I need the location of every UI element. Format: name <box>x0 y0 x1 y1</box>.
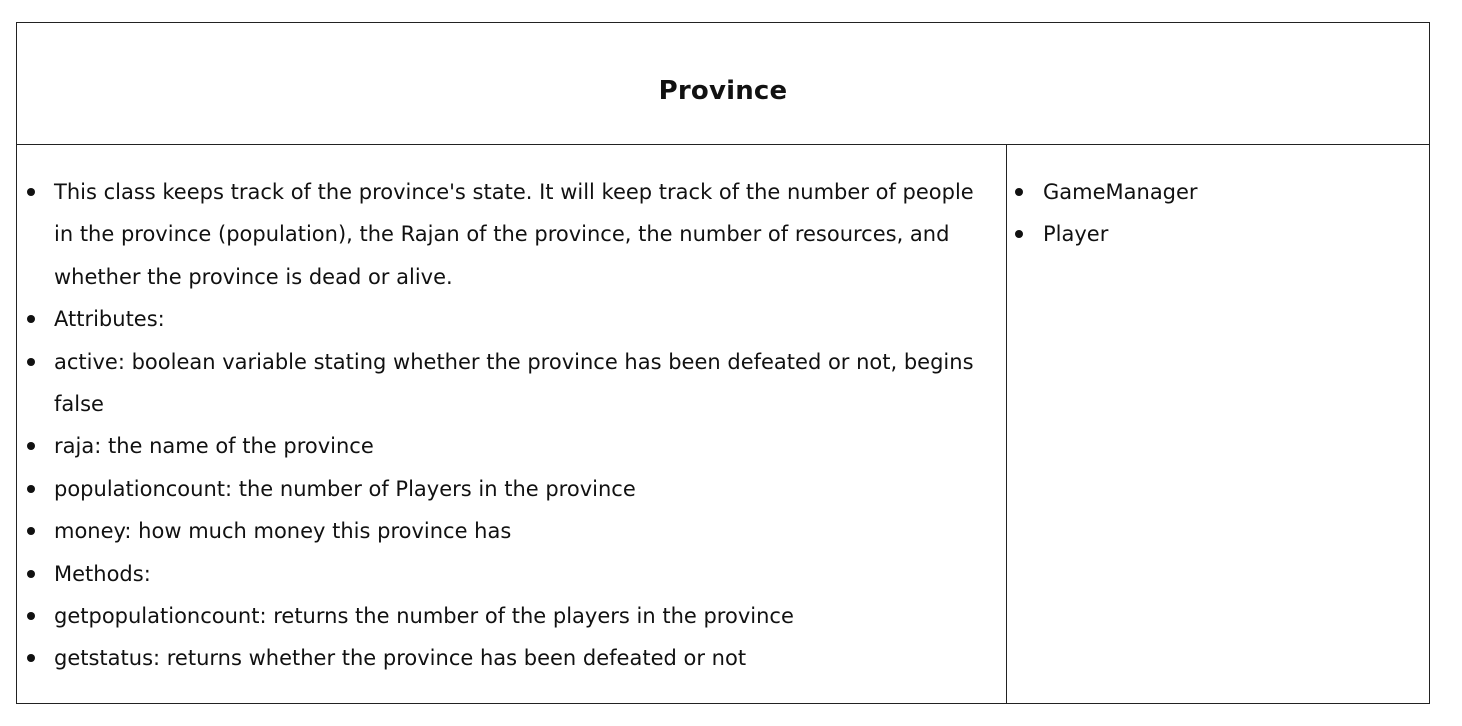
bullet-icon <box>1015 188 1023 196</box>
collaborators-panel: GameManager Player <box>1007 145 1429 703</box>
bullet-icon <box>27 484 35 493</box>
responsibility-item: money: how much money this province has <box>17 510 1006 552</box>
collaborator-item: Player <box>1007 213 1429 255</box>
responsibility-item: getstatus: returns whether the province … <box>17 637 1006 679</box>
responsibility-item: Attributes: <box>17 298 1006 340</box>
responsibility-item: raja: the name of the province <box>17 425 1006 467</box>
responsibility-item: Methods: <box>17 553 1006 595</box>
bullet-icon <box>27 315 35 324</box>
responsibility-text: getpopulationcount: returns the number o… <box>54 604 794 629</box>
bullet-icon <box>27 612 35 621</box>
crc-card: Province This class keeps track of the p… <box>16 22 1430 704</box>
bullet-icon <box>27 357 35 366</box>
responsibilities-panel: This class keeps track of the province's… <box>17 145 1007 703</box>
collaborators-list: GameManager Player <box>1007 171 1429 256</box>
bullet-icon <box>27 569 35 578</box>
bullet-icon <box>27 188 35 196</box>
responsibility-text: getstatus: returns whether the province … <box>54 646 747 671</box>
responsibility-item: active: boolean variable stating whether… <box>17 341 1006 426</box>
responsibility-item: populationcount: the number of Players i… <box>17 468 1006 510</box>
responsibility-item: This class keeps track of the province's… <box>17 171 1006 298</box>
responsibility-item: getpopulationcount: returns the number o… <box>17 595 1006 637</box>
responsibility-text: Attributes: <box>54 307 165 332</box>
bullet-icon <box>27 442 35 451</box>
collaborator-item: GameManager <box>1007 171 1429 213</box>
responsibility-text: active: boolean variable stating whether… <box>54 349 974 417</box>
responsibility-text: money: how much money this province has <box>54 519 512 544</box>
responsibility-text: populationcount: the number of Players i… <box>54 476 636 501</box>
responsibility-text: Methods: <box>54 561 151 586</box>
collaborator-text: GameManager <box>1043 180 1198 204</box>
responsibilities-list: This class keeps track of the province's… <box>17 171 1006 680</box>
class-name: Province <box>658 75 788 106</box>
responsibility-text: This class keeps track of the province's… <box>54 180 974 289</box>
bullet-icon <box>27 654 35 663</box>
bullet-icon <box>27 527 35 536</box>
card-body: This class keeps track of the province's… <box>17 145 1429 703</box>
bullet-icon <box>1015 230 1023 239</box>
responsibility-text: raja: the name of the province <box>54 434 374 459</box>
card-header: Province <box>17 23 1429 145</box>
collaborator-text: Player <box>1043 222 1109 247</box>
